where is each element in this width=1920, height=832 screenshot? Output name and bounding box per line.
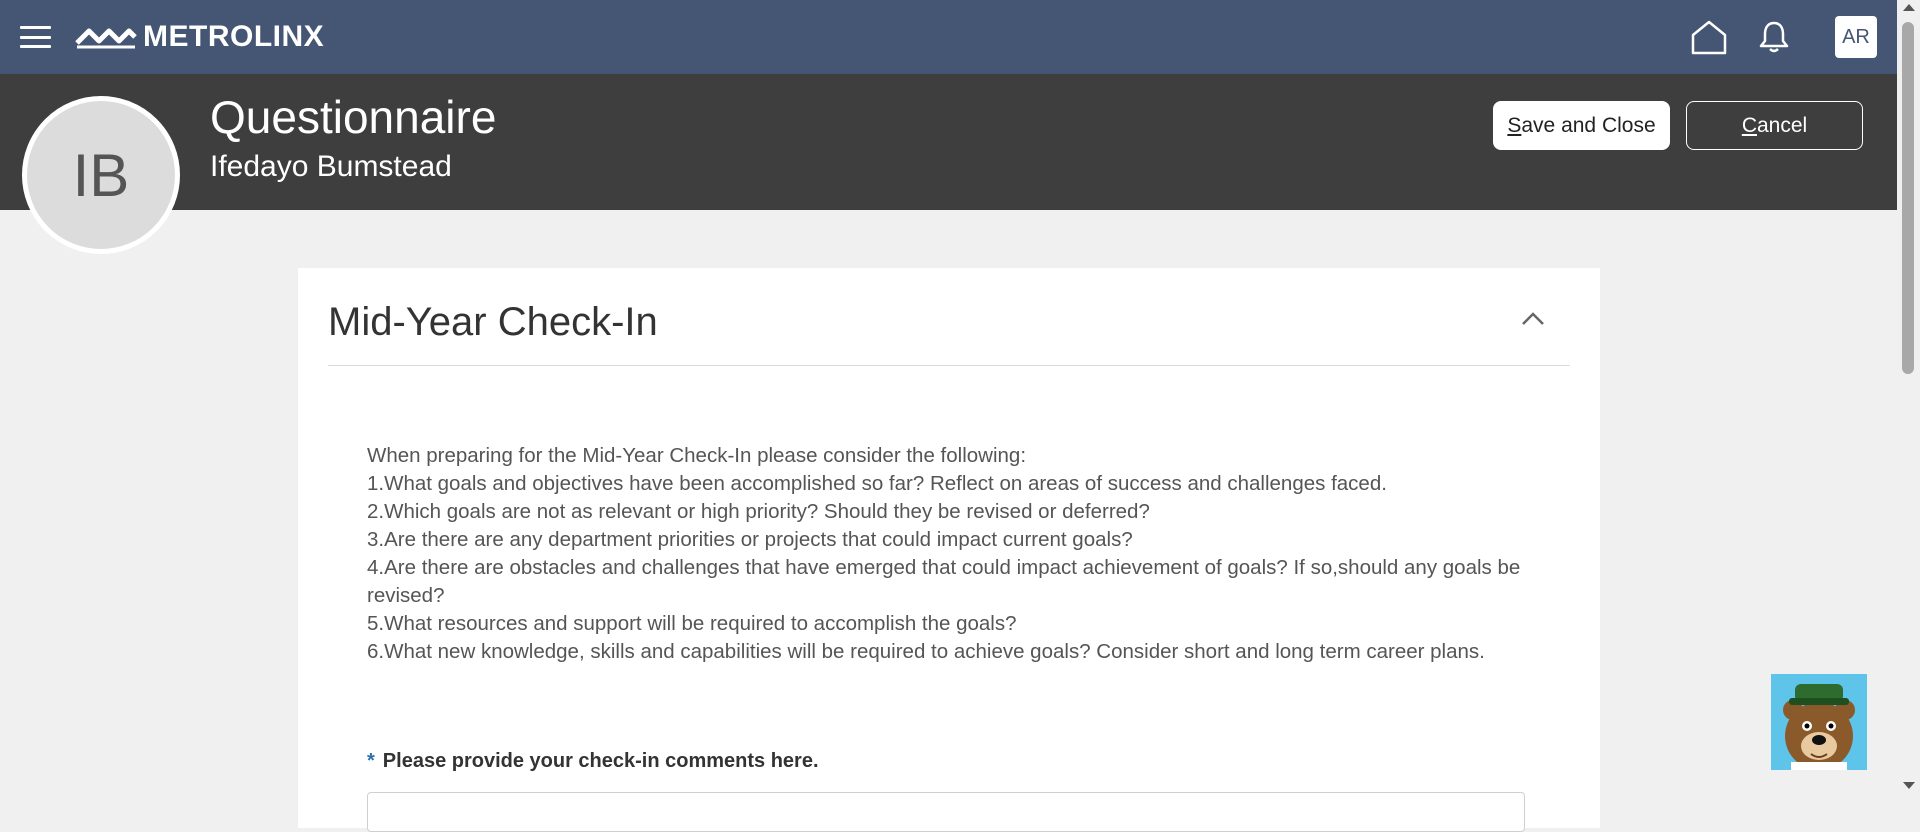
instruction-line: 1.What goals and objectives have been ac… [367,472,1387,495]
comment-textarea[interactable] [367,792,1525,832]
metrolinx-logo[interactable]: METROLINX [75,20,324,54]
cancel-button[interactable]: Cancel [1686,101,1863,150]
comment-label-text: Please provide your check-in comments he… [382,750,819,772]
instruction-line: 2.Which goals are not as relevant or hig… [367,500,1150,523]
hamburger-icon[interactable] [20,26,51,48]
instruction-line: 4.Are there are obstacles and challenges… [367,556,1521,607]
instruction-line: When preparing for the Mid-Year Check-In… [367,444,1027,467]
cancel-label: ancel [1756,113,1808,137]
save-mnemonic: S [1507,113,1522,137]
profile-avatar: IB [22,96,180,254]
brand-name: METROLINX [143,20,325,53]
comment-label: * Please provide your check-in comments h… [367,750,819,773]
save-label: ave and Close [1521,113,1656,137]
required-marker: * [367,750,375,772]
instruction-line: 6.What new knowledge, skills and capabil… [367,640,1485,663]
page-title: Questionnaire [210,91,497,143]
instruction-line: 3.Are there are any department prioritie… [367,528,1133,551]
home-icon[interactable] [1690,18,1728,56]
questionnaire-card: Mid-Year Check-In When preparing for the… [298,268,1600,832]
scroll-down-arrow-icon[interactable] [1903,782,1915,789]
cancel-mnemonic: C [1741,113,1757,137]
bear-mascot-icon[interactable] [1771,674,1867,770]
section-title: Mid-Year Check-In [328,300,658,344]
top-navigation-bar: METROLINX AR [0,0,1897,74]
vertical-scrollbar[interactable] [1897,0,1920,800]
instructions-text: When preparing for the Mid-Year Check-In… [367,442,1527,666]
scroll-thumb[interactable] [1902,22,1914,374]
employee-name: Ifedayo Bumstead [210,150,452,183]
scroll-up-arrow-icon[interactable] [1903,4,1915,11]
metrolinx-wave-icon [75,28,137,49]
section-divider [328,365,1570,366]
instruction-line: 5.What resources and support will be req… [367,612,1017,635]
user-avatar[interactable]: AR [1835,16,1877,58]
chevron-up-icon[interactable] [1518,308,1548,330]
save-and-close-button[interactable]: Save and Close [1493,101,1670,150]
bell-icon[interactable] [1758,20,1790,54]
